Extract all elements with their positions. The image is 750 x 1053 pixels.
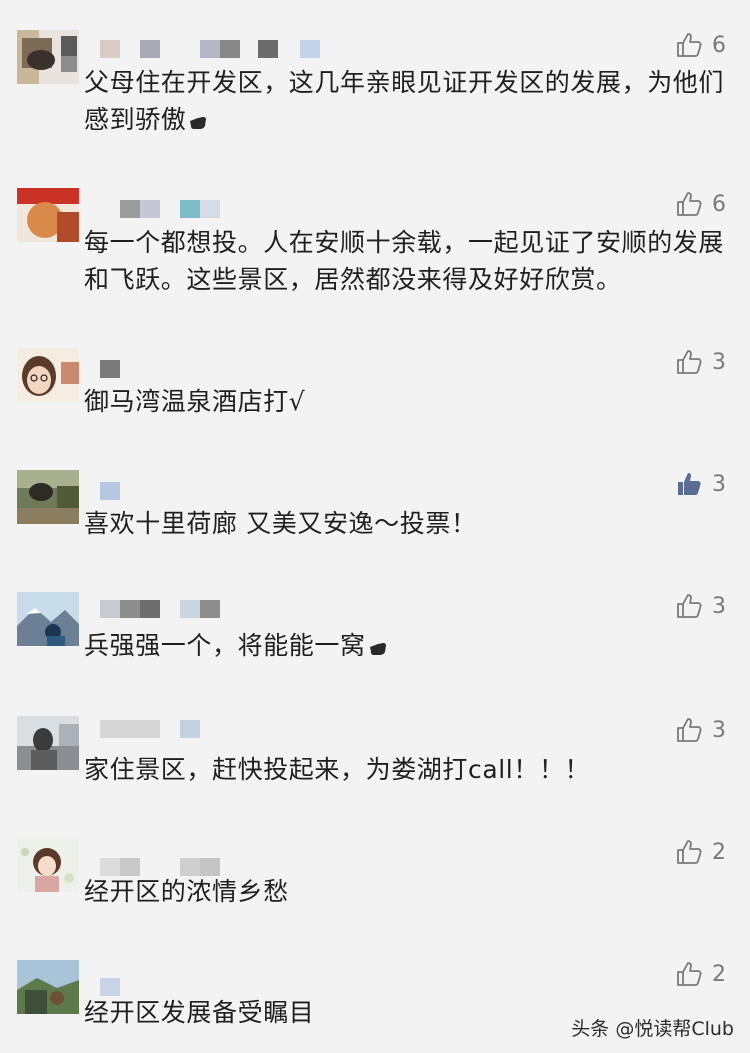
like-count: 3 <box>712 593 726 619</box>
comment-text: 每一个都想投。人在安顺十余载，一起见证了安顺的发展和飞跃。这些景区，居然都没来得… <box>84 228 725 294</box>
thumbs-up-icon <box>678 473 701 495</box>
like-button[interactable]: 3 <box>675 348 726 376</box>
avatar[interactable] <box>17 592 79 646</box>
avatar[interactable] <box>17 30 79 84</box>
like-button[interactable]: 3 <box>675 716 726 744</box>
thumbs-up-icon <box>677 192 702 216</box>
avatar[interactable] <box>17 188 79 242</box>
like-count: 2 <box>712 839 726 865</box>
thumbs-up-icon <box>677 962 702 986</box>
like-count: 3 <box>712 471 726 497</box>
avatar[interactable] <box>17 716 79 770</box>
thumbs-up-icon <box>677 33 702 57</box>
like-button[interactable]: 3 <box>675 470 726 498</box>
pointing-hand-icon <box>369 643 386 655</box>
avatar[interactable] <box>17 838 79 892</box>
comment-text: 兵强强一个，将能能一窝 <box>84 627 724 664</box>
avatar[interactable] <box>17 470 79 524</box>
comment-item: 3 家住景区，赶快投起来，为娄湖打call！！！ <box>0 688 750 808</box>
like-button[interactable]: 6 <box>675 31 726 59</box>
comment-item: 6 父母住在开发区，这几年亲眼见证开发区的发展，为他们感到骄傲 <box>0 0 750 134</box>
avatar[interactable] <box>17 348 79 402</box>
thumbs-up-icon <box>677 594 702 618</box>
like-count: 2 <box>712 961 726 987</box>
comment-item: 6 每一个都想投。人在安顺十余载，一起见证了安顺的发展和飞跃。这些景区，居然都没… <box>0 160 750 294</box>
like-button[interactable]: 2 <box>675 960 726 988</box>
thumbs-up-icon <box>677 350 702 374</box>
avatar[interactable] <box>17 960 79 1014</box>
like-count: 6 <box>712 32 726 58</box>
like-button[interactable]: 6 <box>675 190 726 218</box>
watermark: 头条 @悦读帮Club <box>571 1018 734 1040</box>
comment-item: 3 御马湾温泉酒店打√ <box>0 320 750 440</box>
comment-text: 家住景区，赶快投起来，为娄湖打call！！！ <box>84 755 591 784</box>
comment-text: 父母住在开发区，这几年亲眼见证开发区的发展，为他们感到骄傲 <box>84 68 725 134</box>
like-button[interactable]: 3 <box>675 592 726 620</box>
like-count: 3 <box>712 349 726 375</box>
thumbs-up-icon <box>677 718 702 742</box>
comment-item: 3 兵强强一个，将能能一窝 <box>0 564 750 684</box>
comment-text: 经开区的浓情乡愁 <box>84 877 289 906</box>
pointing-hand-icon <box>190 117 207 129</box>
thumbs-up-icon <box>677 840 702 864</box>
like-count: 6 <box>712 191 726 217</box>
comment-text: 喜欢十里荷廊 又美又安逸～投票！ <box>84 509 477 538</box>
like-count: 3 <box>712 717 726 743</box>
comment-text: 御马湾温泉酒店打√ <box>84 387 306 416</box>
like-button[interactable]: 2 <box>675 838 726 866</box>
comment-item: 3 喜欢十里荷廊 又美又安逸～投票！ <box>0 442 750 562</box>
comment-item: 2 经开区的浓情乡愁 <box>0 810 750 930</box>
